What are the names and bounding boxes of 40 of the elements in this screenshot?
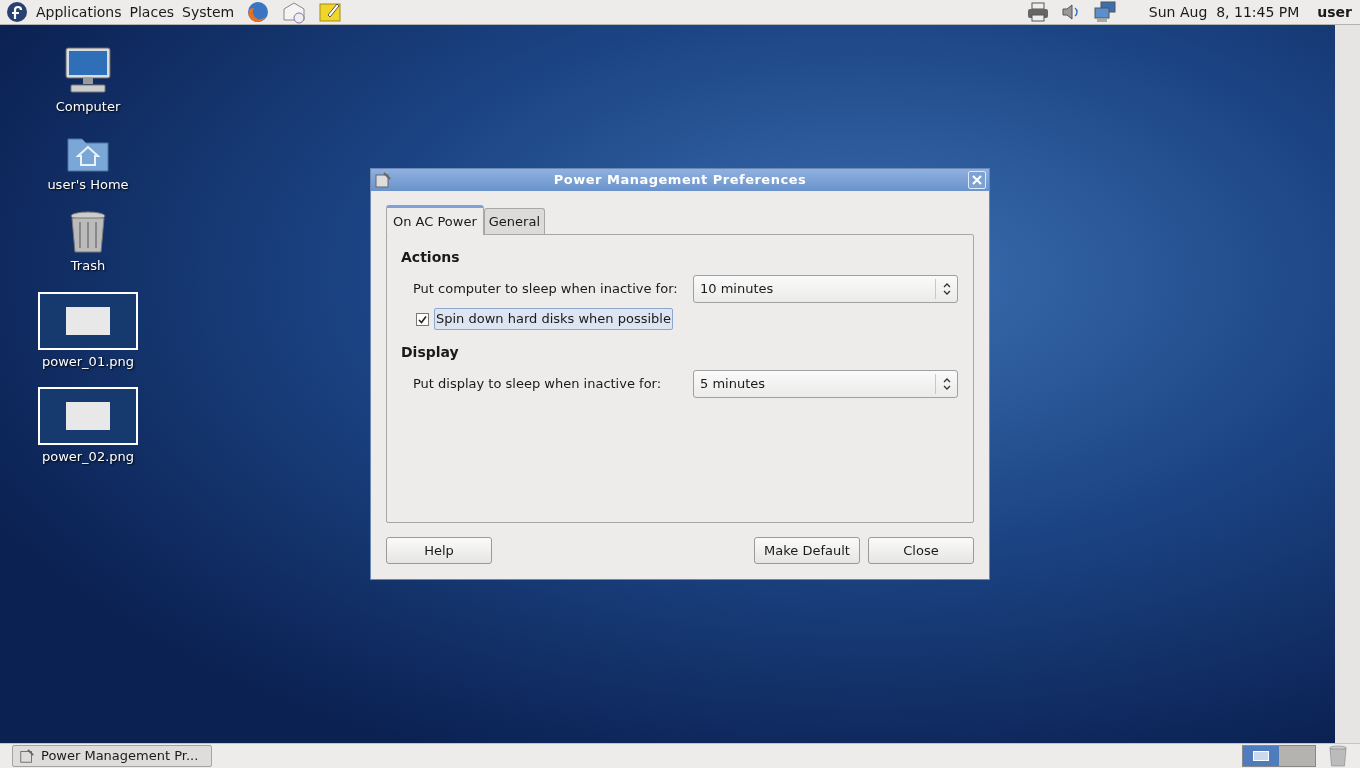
checkbox[interactable] xyxy=(416,312,429,326)
desktop-icon-label[interactable]: power_01.png xyxy=(41,351,135,371)
panel-menu[interactable]: Applications xyxy=(36,1,122,23)
network-icon[interactable] xyxy=(1092,1,1117,23)
dialog-button[interactable]: Help xyxy=(386,537,492,564)
desktop-icon-label[interactable]: power_02.png xyxy=(41,447,135,467)
close-icon xyxy=(972,175,982,185)
close-button[interactable] xyxy=(968,171,986,189)
window-title: Power Management Preferences xyxy=(552,171,808,190)
section-heading: Display xyxy=(401,343,460,362)
dialog-button[interactable]: Close xyxy=(868,537,974,564)
taskbar-button[interactable]: Power Management Pr... xyxy=(12,745,212,767)
browser-icon[interactable] xyxy=(246,0,271,24)
checkbox-label[interactable]: Spin down hard disks when possible xyxy=(434,308,673,330)
desktop-icon-label[interactable]: Trash xyxy=(70,256,106,276)
desktop-icon-label[interactable]: user's Home xyxy=(47,174,129,194)
user-menu[interactable]: user xyxy=(1317,1,1352,23)
workspace[interactable] xyxy=(1243,746,1279,766)
dropdown[interactable]: 5 minutes xyxy=(693,370,958,398)
clock[interactable]: Sun Aug 8, 11:45 PM xyxy=(1148,1,1300,23)
printer-icon[interactable] xyxy=(1026,2,1049,22)
setting-label: Put computer to sleep when inactive for: xyxy=(413,280,679,299)
notes-icon[interactable] xyxy=(318,1,343,23)
section-heading: Actions xyxy=(401,248,461,267)
dropdown[interactable]: 10 minutes xyxy=(693,275,958,303)
dialog-button[interactable]: Make Default xyxy=(754,537,860,564)
tab[interactable]: On AC Power xyxy=(386,205,484,235)
mail-clock-icon[interactable] xyxy=(282,0,307,24)
distro-logo-icon[interactable] xyxy=(6,1,28,23)
trash-icon xyxy=(69,210,107,254)
tab[interactable]: General xyxy=(483,208,546,234)
panel-menu[interactable]: System xyxy=(182,1,235,23)
check-icon xyxy=(418,314,427,324)
speaker-icon[interactable] xyxy=(1060,2,1081,22)
desktop-icon-label[interactable]: Computer xyxy=(55,97,121,117)
panel-menu[interactable]: Places xyxy=(129,1,175,23)
setting-label: Put display to sleep when inactive for: xyxy=(413,375,663,394)
up-down-caret-icon xyxy=(942,283,951,295)
up-down-caret-icon xyxy=(942,378,951,390)
computer-icon xyxy=(63,45,113,95)
